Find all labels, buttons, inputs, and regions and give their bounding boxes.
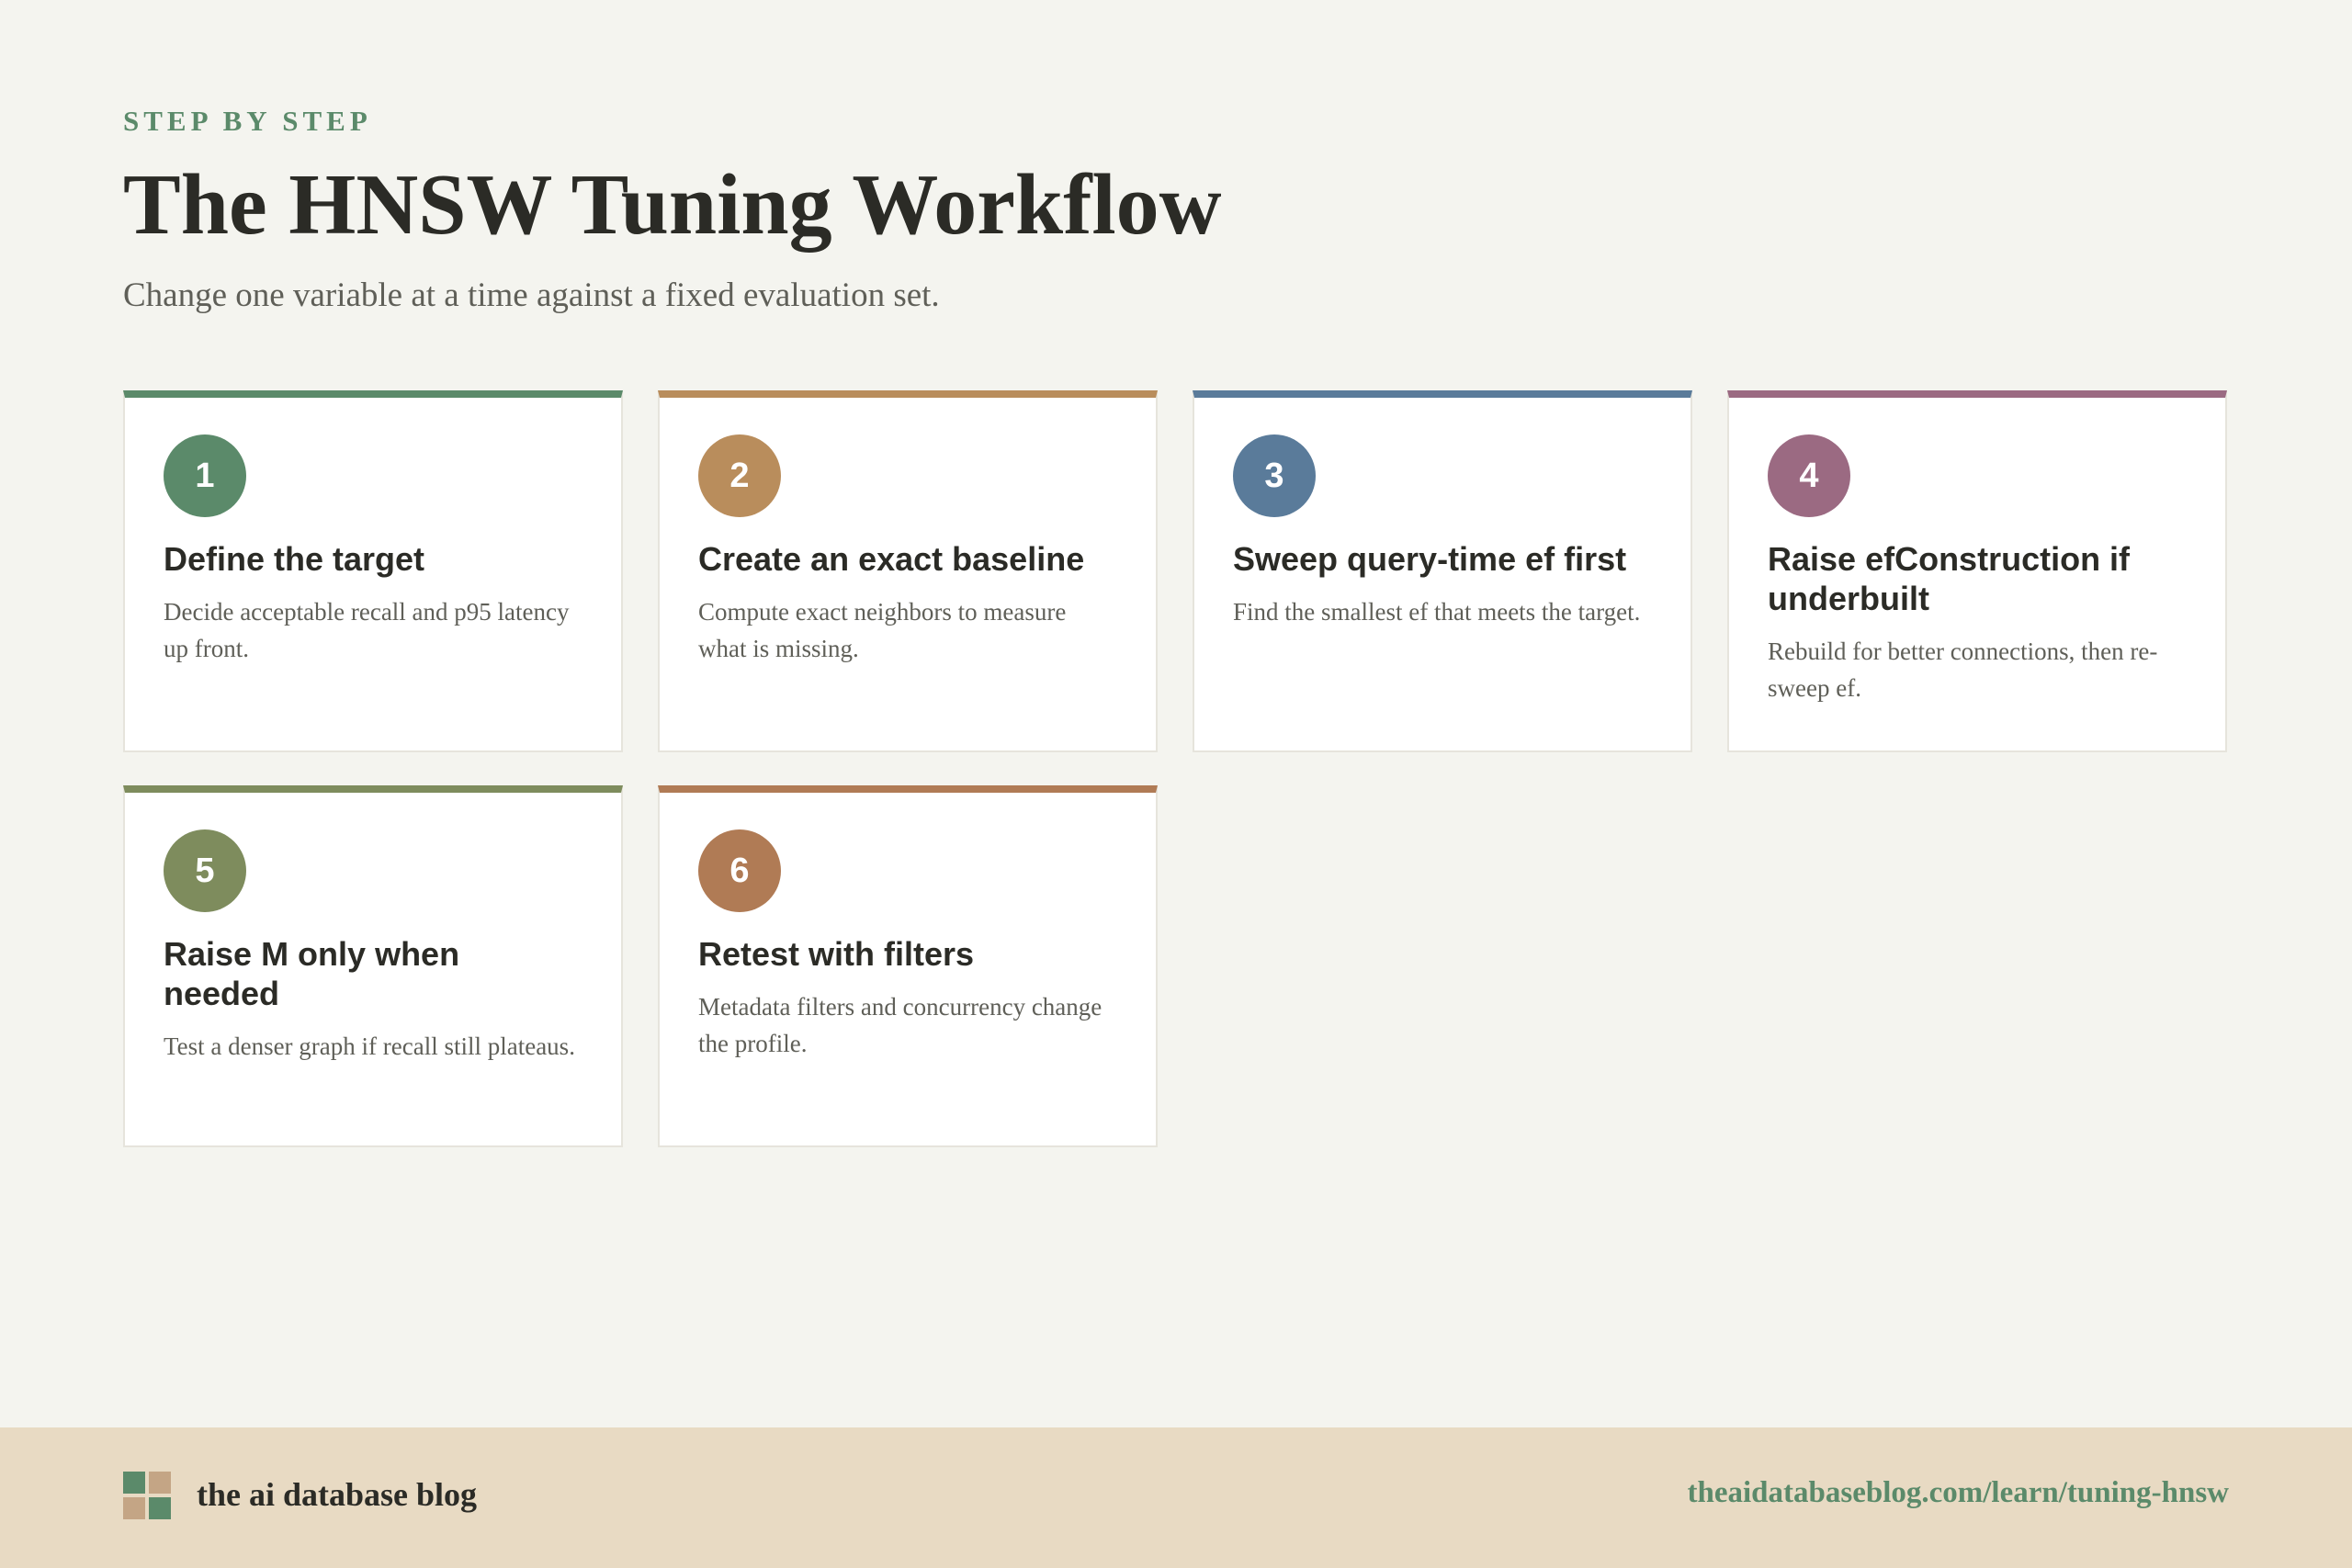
step-title: Sweep query-time ef first (1233, 540, 1627, 578)
page-title: The HNSW Tuning Workflow (123, 157, 1222, 253)
step-description: Compute exact neighbors to measure what … (698, 598, 1067, 662)
step-title: Raise M only when needed (164, 935, 460, 1012)
step-number-badge: 3 (1233, 434, 1316, 517)
step-title: Retest with filters (698, 935, 975, 973)
step-number-badge: 5 (164, 829, 246, 912)
step-description: Test a denser graph if recall still plat… (164, 1032, 575, 1060)
step-title: Create an exact baseline (698, 540, 1085, 578)
logo-square (149, 1472, 171, 1494)
step-card-6: 6 Retest with filters Metadata filters a… (658, 785, 1158, 1147)
step-title: Define the target (164, 540, 425, 578)
eyebrow-label: STEP BY STEP (123, 105, 372, 137)
logo-square (149, 1497, 171, 1519)
step-description: Rebuild for better connections, then re-… (1768, 637, 2158, 702)
brand-name: the ai database blog (197, 1476, 478, 1513)
step-number-badge: 1 (164, 434, 246, 517)
logo-square (123, 1472, 145, 1494)
step-card-5: 5 Raise M only when needed Test a denser… (123, 785, 623, 1147)
step-description: Find the smallest ef that meets the targ… (1233, 598, 1641, 626)
step-description: Decide acceptable recall and p95 latency… (164, 598, 570, 662)
steps-grid: 1 Define the target Decide acceptable re… (123, 390, 2227, 1147)
footer-url-link[interactable]: theaidatabaseblog.com/learn/tuning-hnsw (1688, 1476, 2230, 1510)
step-number-badge: 6 (698, 829, 781, 912)
step-card-4: 4 Raise efConstruction if underbuilt Reb… (1727, 390, 2227, 752)
step-card-3: 3 Sweep query-time ef first Find the sma… (1193, 390, 1692, 752)
page-subtitle: Change one variable at a time against a … (123, 276, 940, 314)
step-description: Metadata filters and concurrency change … (698, 993, 1102, 1057)
step-card-1: 1 Define the target Decide acceptable re… (123, 390, 623, 752)
step-card-2: 2 Create an exact baseline Compute exact… (658, 390, 1158, 752)
footer: the ai database blog theaidatabaseblog.c… (0, 1427, 2352, 1568)
step-number-badge: 2 (698, 434, 781, 517)
blog-logo-icon (123, 1472, 175, 1523)
step-title: Raise efConstruction if underbuilt (1768, 540, 2131, 617)
step-number-badge: 4 (1768, 434, 1850, 517)
logo-square (123, 1497, 145, 1519)
